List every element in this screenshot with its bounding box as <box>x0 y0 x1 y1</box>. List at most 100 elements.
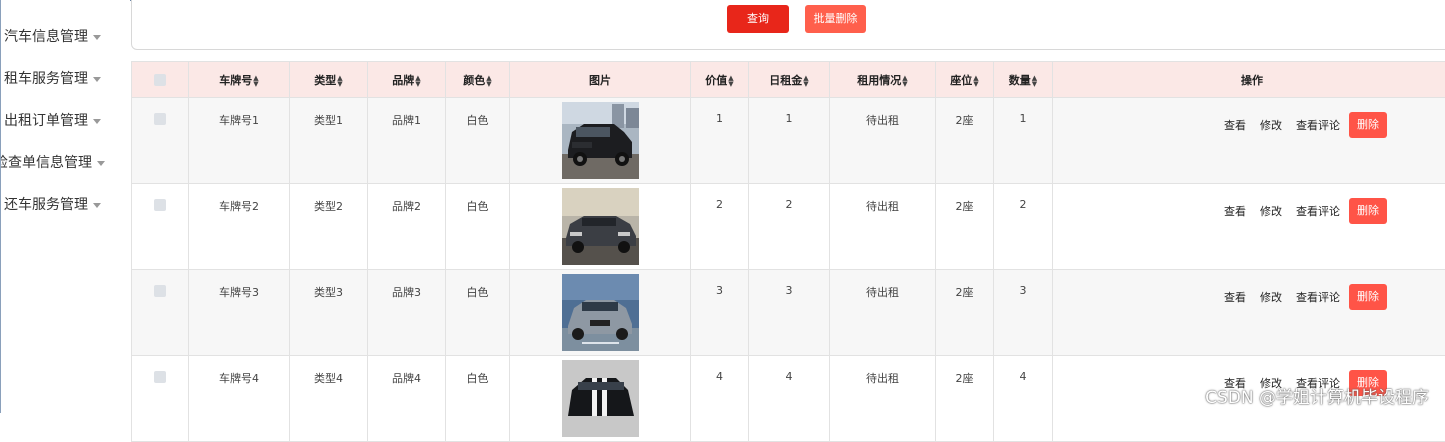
column-header-label: 日租金 <box>769 74 802 87</box>
column-header-quantity[interactable]: 数量▲▼ <box>994 62 1053 98</box>
car-photo-black-striped-car[interactable] <box>562 360 639 437</box>
edit-link[interactable]: 修改 <box>1260 289 1282 305</box>
column-header-label: 数量 <box>1009 74 1031 87</box>
table-row: 车牌号3 类型3 品牌3 白色 <box>132 270 1445 356</box>
cell-rent-status: 待出租 <box>830 184 936 270</box>
table-row: 车牌号1 类型1 品牌1 白色 <box>132 98 1445 184</box>
sort-icon: ▲▼ <box>486 75 491 87</box>
cell-color: 白色 <box>446 98 510 184</box>
row-checkbox[interactable] <box>154 371 166 383</box>
cell-daily-rent: 2 <box>749 184 830 270</box>
cell-brand: 品牌3 <box>368 270 446 356</box>
query-button[interactable]: 查询 <box>727 5 789 33</box>
cell-seats: 2座 <box>936 184 994 270</box>
cell-plate: 车牌号3 <box>189 270 290 356</box>
cell-color: 白色 <box>446 356 510 442</box>
cell-price: 1 <box>691 98 749 184</box>
row-select-cell[interactable] <box>132 184 189 270</box>
row-select-cell[interactable] <box>132 270 189 356</box>
cell-actions: 查看修改查看评论删除 <box>1053 98 1445 184</box>
cell-plate: 车牌号4 <box>189 356 290 442</box>
batch-delete-button[interactable]: 批量删除 <box>805 5 866 33</box>
cell-image <box>510 270 691 356</box>
column-header-seats[interactable]: 座位▲▼ <box>936 62 994 98</box>
cell-actions: 查看修改查看评论删除 <box>1053 184 1445 270</box>
column-header-label: 品牌 <box>392 74 414 87</box>
column-header-daily-rent[interactable]: 日租金▲▼ <box>749 62 830 98</box>
cell-price: 3 <box>691 270 749 356</box>
select-all-checkbox[interactable] <box>154 74 166 86</box>
cell-quantity: 4 <box>994 356 1053 442</box>
column-header-label: 座位 <box>950 74 972 87</box>
view-link[interactable]: 查看 <box>1224 117 1246 133</box>
sidebar-item-label: 租车服务管理 <box>4 71 88 87</box>
car-photo-silver-sedan[interactable] <box>562 274 639 351</box>
sidebar-item-label: 检查单信息管理 <box>0 155 92 171</box>
sidebar-item-label: 出租订单管理 <box>4 113 88 129</box>
sidebar-item-rental-service[interactable]: 租车服务管理 <box>4 67 101 91</box>
cell-daily-rent: 1 <box>749 98 830 184</box>
column-header-brand[interactable]: 品牌▲▼ <box>368 62 446 98</box>
column-header-label: 车牌号 <box>219 74 252 87</box>
column-header-rent-status[interactable]: 租用情况▲▼ <box>830 62 936 98</box>
edit-link[interactable]: 修改 <box>1260 203 1282 219</box>
cell-rent-status: 待出租 <box>830 270 936 356</box>
cell-quantity: 1 <box>994 98 1053 184</box>
row-checkbox[interactable] <box>154 285 166 297</box>
column-header-label: 操作 <box>1241 74 1263 87</box>
car-photo-black-suv[interactable] <box>562 102 639 179</box>
cell-actions: 查看修改查看评论删除 <box>1053 270 1445 356</box>
cell-image <box>510 98 691 184</box>
column-header-label: 类型 <box>314 74 336 87</box>
view-link[interactable]: 查看 <box>1224 203 1246 219</box>
car-photo-grey-sports-car[interactable] <box>562 188 639 265</box>
view-link[interactable]: 查看 <box>1224 289 1246 305</box>
search-panel: 查询 批量删除 <box>131 0 1445 50</box>
cell-type: 类型1 <box>290 98 368 184</box>
row-select-cell[interactable] <box>132 356 189 442</box>
column-header-price[interactable]: 价值▲▼ <box>691 62 749 98</box>
select-all-header[interactable] <box>132 62 189 98</box>
car-table: 车牌号▲▼ 类型▲▼ 品牌▲▼ 颜色▲▼ 图片 价值▲▼ 日租金▲▼ 租用情况▲… <box>131 61 1445 421</box>
column-header-actions: 操作 <box>1053 62 1445 98</box>
cell-quantity: 3 <box>994 270 1053 356</box>
cell-seats: 2座 <box>936 98 994 184</box>
sidebar-item-car-return[interactable]: 还车服务管理 <box>4 193 101 217</box>
sidebar-item-inspection[interactable]: 检查单信息管理 <box>0 151 105 175</box>
sort-icon: ▲▼ <box>973 75 978 87</box>
sidebar-item-rental-orders[interactable]: 出租订单管理 <box>4 109 101 133</box>
row-checkbox[interactable] <box>154 113 166 125</box>
caret-down-icon <box>97 161 105 166</box>
view-comments-link[interactable]: 查看评论 <box>1296 117 1340 133</box>
cell-brand: 品牌4 <box>368 356 446 442</box>
caret-down-icon <box>93 203 101 208</box>
column-header-label: 价值 <box>705 74 727 87</box>
cell-color: 白色 <box>446 184 510 270</box>
sidebar-item-car-info[interactable]: 汽车信息管理 <box>4 25 101 49</box>
edit-link[interactable]: 修改 <box>1260 117 1282 133</box>
view-comments-link[interactable]: 查看评论 <box>1296 203 1340 219</box>
delete-button[interactable]: 删除 <box>1349 198 1387 224</box>
view-comments-link[interactable]: 查看评论 <box>1296 289 1340 305</box>
column-header-type[interactable]: 类型▲▼ <box>290 62 368 98</box>
sort-icon: ▲▼ <box>337 75 342 87</box>
column-header-label: 租用情况 <box>857 74 901 87</box>
cell-seats: 2座 <box>936 356 994 442</box>
sort-icon: ▲▼ <box>415 75 420 87</box>
table-row: 车牌号2 类型2 品牌2 白色 <box>132 184 1445 270</box>
delete-button[interactable]: 删除 <box>1349 284 1387 310</box>
cell-brand: 品牌1 <box>368 98 446 184</box>
delete-button[interactable]: 删除 <box>1349 112 1387 138</box>
cell-plate: 车牌号1 <box>189 98 290 184</box>
cell-type: 类型4 <box>290 356 368 442</box>
row-select-cell[interactable] <box>132 98 189 184</box>
column-header-plate[interactable]: 车牌号▲▼ <box>189 62 290 98</box>
sidebar-item-label: 汽车信息管理 <box>4 29 88 45</box>
row-checkbox[interactable] <box>154 199 166 211</box>
column-header-label: 图片 <box>589 74 611 87</box>
caret-down-icon <box>93 119 101 124</box>
sidebar: 汽车信息管理 租车服务管理 出租订单管理 检查单信息管理 还车服务管理 <box>0 0 130 413</box>
cell-rent-status: 待出租 <box>830 356 936 442</box>
sort-icon: ▲▼ <box>803 75 808 87</box>
column-header-color[interactable]: 颜色▲▼ <box>446 62 510 98</box>
